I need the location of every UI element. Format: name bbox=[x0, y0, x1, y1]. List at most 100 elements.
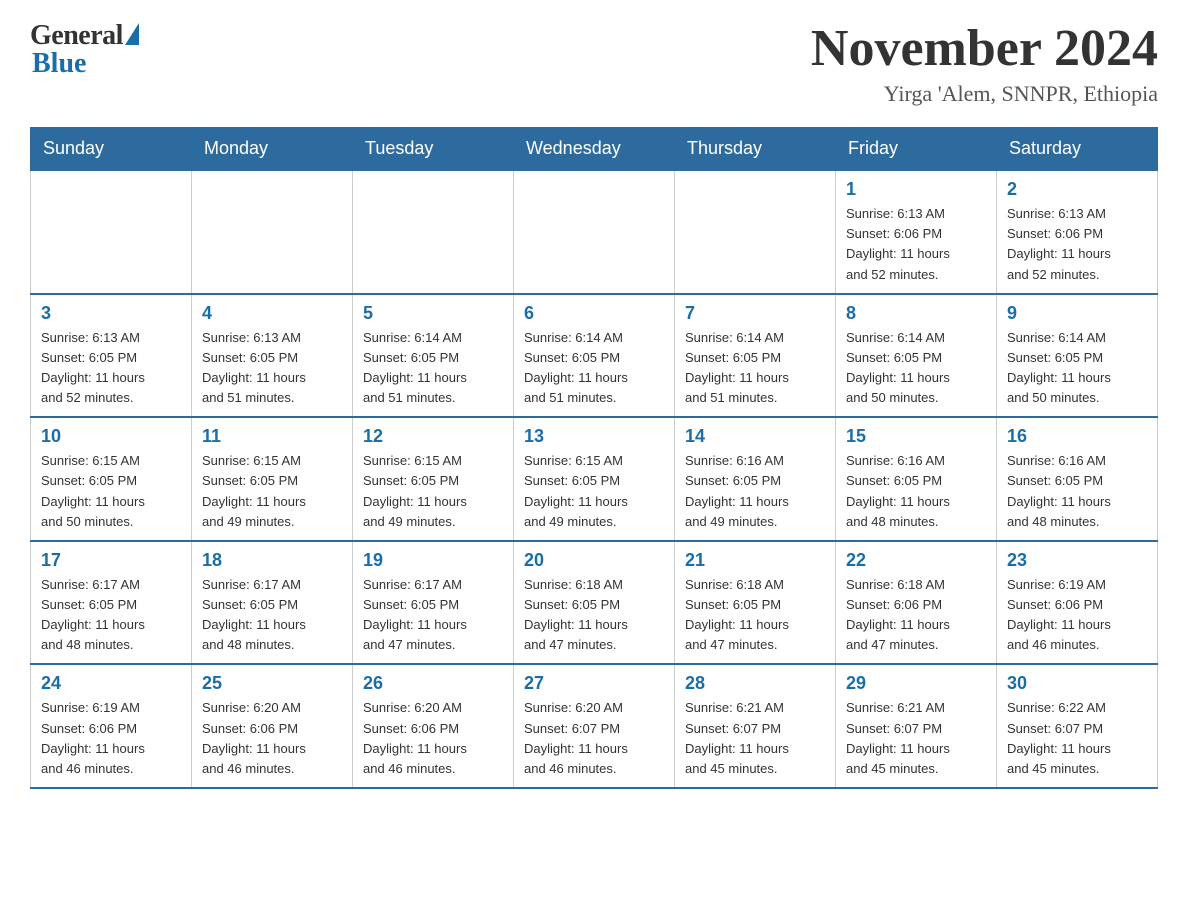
calendar-cell: 2 Sunrise: 6:13 AMSunset: 6:06 PMDaylight… bbox=[997, 170, 1158, 294]
day-info: Sunrise: 6:20 AMSunset: 6:06 PMDaylight:… bbox=[363, 698, 503, 779]
day-info: Sunrise: 6:17 AMSunset: 6:05 PMDaylight:… bbox=[202, 575, 342, 656]
day-number: 14 bbox=[685, 426, 825, 447]
day-info: Sunrise: 6:14 AMSunset: 6:05 PMDaylight:… bbox=[846, 328, 986, 409]
calendar-week-row: 3Sunrise: 6:13 AMSunset: 6:05 PMDaylight… bbox=[31, 294, 1158, 418]
calendar-cell: 22Sunrise: 6:18 AMSunset: 6:06 PMDayligh… bbox=[836, 541, 997, 665]
day-info: Sunrise: 6:13 AMSunset: 6:05 PMDaylight:… bbox=[41, 328, 181, 409]
calendar-day-header: Thursday bbox=[675, 128, 836, 171]
day-info: Sunrise: 6:22 AMSunset: 6:07 PMDaylight:… bbox=[1007, 698, 1147, 779]
day-info: Sunrise: 6:16 AMSunset: 6:05 PMDaylight:… bbox=[685, 451, 825, 532]
day-number: 24 bbox=[41, 673, 181, 694]
calendar-cell: 12 Sunrise: 6:15 AMSunset: 6:05 PMDayligh… bbox=[353, 417, 514, 541]
day-number: 12 bbox=[363, 426, 503, 447]
day-number: 9 bbox=[1007, 303, 1147, 324]
calendar-cell: 3Sunrise: 6:13 AMSunset: 6:05 PMDaylight… bbox=[31, 294, 192, 418]
calendar-cell: 20 Sunrise: 6:18 AMSunset: 6:05 PMDayligh… bbox=[514, 541, 675, 665]
calendar-cell: 7 Sunrise: 6:14 AMSunset: 6:05 PMDaylight… bbox=[675, 294, 836, 418]
day-info: Sunrise: 6:13 AMSunset: 6:06 PMDaylight:… bbox=[846, 204, 986, 285]
day-number: 15 bbox=[846, 426, 986, 447]
calendar-cell bbox=[192, 170, 353, 294]
calendar-cell: 15Sunrise: 6:16 AMSunset: 6:05 PMDayligh… bbox=[836, 417, 997, 541]
day-info: Sunrise: 6:15 AMSunset: 6:05 PMDaylight:… bbox=[524, 451, 664, 532]
day-info: Sunrise: 6:15 AMSunset: 6:05 PMDaylight:… bbox=[363, 451, 503, 532]
day-number: 10 bbox=[41, 426, 181, 447]
calendar-week-row: 1 Sunrise: 6:13 AMSunset: 6:06 PMDaylight… bbox=[31, 170, 1158, 294]
calendar-cell: 26 Sunrise: 6:20 AMSunset: 6:06 PMDayligh… bbox=[353, 664, 514, 788]
day-info: Sunrise: 6:21 AMSunset: 6:07 PMDaylight:… bbox=[685, 698, 825, 779]
day-info: Sunrise: 6:15 AMSunset: 6:05 PMDaylight:… bbox=[202, 451, 342, 532]
calendar-week-row: 17 Sunrise: 6:17 AMSunset: 6:05 PMDayligh… bbox=[31, 541, 1158, 665]
day-number: 4 bbox=[202, 303, 342, 324]
day-info: Sunrise: 6:14 AMSunset: 6:05 PMDaylight:… bbox=[363, 328, 503, 409]
calendar-header-row: SundayMondayTuesdayWednesdayThursdayFrid… bbox=[31, 128, 1158, 171]
calendar-cell: 11 Sunrise: 6:15 AMSunset: 6:05 PMDayligh… bbox=[192, 417, 353, 541]
calendar-cell: 1 Sunrise: 6:13 AMSunset: 6:06 PMDaylight… bbox=[836, 170, 997, 294]
calendar-cell: 14 Sunrise: 6:16 AMSunset: 6:05 PMDayligh… bbox=[675, 417, 836, 541]
calendar-day-header: Tuesday bbox=[353, 128, 514, 171]
calendar-cell bbox=[514, 170, 675, 294]
page-header: General Blue November 2024 Yirga 'Alem, … bbox=[30, 20, 1158, 107]
calendar-day-header: Friday bbox=[836, 128, 997, 171]
logo-blue-text: Blue bbox=[30, 48, 86, 80]
day-info: Sunrise: 6:18 AMSunset: 6:05 PMDaylight:… bbox=[524, 575, 664, 656]
calendar-day-header: Wednesday bbox=[514, 128, 675, 171]
day-number: 30 bbox=[1007, 673, 1147, 694]
location-text: Yirga 'Alem, SNNPR, Ethiopia bbox=[811, 81, 1158, 107]
day-info: Sunrise: 6:14 AMSunset: 6:05 PMDaylight:… bbox=[524, 328, 664, 409]
day-info: Sunrise: 6:17 AMSunset: 6:05 PMDaylight:… bbox=[363, 575, 503, 656]
day-info: Sunrise: 6:14 AMSunset: 6:05 PMDaylight:… bbox=[1007, 328, 1147, 409]
day-number: 25 bbox=[202, 673, 342, 694]
day-number: 11 bbox=[202, 426, 342, 447]
day-number: 16 bbox=[1007, 426, 1147, 447]
calendar-cell: 28Sunrise: 6:21 AMSunset: 6:07 PMDayligh… bbox=[675, 664, 836, 788]
logo-triangle-icon bbox=[125, 23, 139, 45]
calendar-cell: 24 Sunrise: 6:19 AMSunset: 6:06 PMDayligh… bbox=[31, 664, 192, 788]
day-info: Sunrise: 6:15 AMSunset: 6:05 PMDaylight:… bbox=[41, 451, 181, 532]
day-number: 17 bbox=[41, 550, 181, 571]
calendar-cell: 6 Sunrise: 6:14 AMSunset: 6:05 PMDaylight… bbox=[514, 294, 675, 418]
day-info: Sunrise: 6:19 AMSunset: 6:06 PMDaylight:… bbox=[41, 698, 181, 779]
calendar-cell: 29 Sunrise: 6:21 AMSunset: 6:07 PMDayligh… bbox=[836, 664, 997, 788]
day-number: 21 bbox=[685, 550, 825, 571]
calendar-cell: 27Sunrise: 6:20 AMSunset: 6:07 PMDayligh… bbox=[514, 664, 675, 788]
calendar-cell: 18Sunrise: 6:17 AMSunset: 6:05 PMDayligh… bbox=[192, 541, 353, 665]
calendar-cell bbox=[353, 170, 514, 294]
day-info: Sunrise: 6:21 AMSunset: 6:07 PMDaylight:… bbox=[846, 698, 986, 779]
calendar-day-header: Saturday bbox=[997, 128, 1158, 171]
day-number: 7 bbox=[685, 303, 825, 324]
calendar-cell: 13 Sunrise: 6:15 AMSunset: 6:05 PMDayligh… bbox=[514, 417, 675, 541]
calendar-day-header: Monday bbox=[192, 128, 353, 171]
calendar-cell: 5 Sunrise: 6:14 AMSunset: 6:05 PMDaylight… bbox=[353, 294, 514, 418]
day-info: Sunrise: 6:13 AMSunset: 6:05 PMDaylight:… bbox=[202, 328, 342, 409]
title-section: November 2024 Yirga 'Alem, SNNPR, Ethiop… bbox=[811, 20, 1158, 107]
day-info: Sunrise: 6:19 AMSunset: 6:06 PMDaylight:… bbox=[1007, 575, 1147, 656]
day-number: 13 bbox=[524, 426, 664, 447]
calendar-cell: 9 Sunrise: 6:14 AMSunset: 6:05 PMDaylight… bbox=[997, 294, 1158, 418]
day-number: 26 bbox=[363, 673, 503, 694]
calendar-cell: 8 Sunrise: 6:14 AMSunset: 6:05 PMDaylight… bbox=[836, 294, 997, 418]
calendar-cell: 10 Sunrise: 6:15 AMSunset: 6:05 PMDayligh… bbox=[31, 417, 192, 541]
day-number: 20 bbox=[524, 550, 664, 571]
day-number: 6 bbox=[524, 303, 664, 324]
day-number: 29 bbox=[846, 673, 986, 694]
calendar-table: SundayMondayTuesdayWednesdayThursdayFrid… bbox=[30, 127, 1158, 789]
day-info: Sunrise: 6:18 AMSunset: 6:06 PMDaylight:… bbox=[846, 575, 986, 656]
day-info: Sunrise: 6:20 AMSunset: 6:06 PMDaylight:… bbox=[202, 698, 342, 779]
day-info: Sunrise: 6:17 AMSunset: 6:05 PMDaylight:… bbox=[41, 575, 181, 656]
day-info: Sunrise: 6:14 AMSunset: 6:05 PMDaylight:… bbox=[685, 328, 825, 409]
day-info: Sunrise: 6:13 AMSunset: 6:06 PMDaylight:… bbox=[1007, 204, 1147, 285]
calendar-cell bbox=[31, 170, 192, 294]
calendar-cell bbox=[675, 170, 836, 294]
month-title: November 2024 bbox=[811, 20, 1158, 77]
calendar-cell: 4 Sunrise: 6:13 AMSunset: 6:05 PMDaylight… bbox=[192, 294, 353, 418]
day-number: 2 bbox=[1007, 179, 1147, 200]
calendar-week-row: 10 Sunrise: 6:15 AMSunset: 6:05 PMDayligh… bbox=[31, 417, 1158, 541]
day-number: 1 bbox=[846, 179, 986, 200]
calendar-cell: 19Sunrise: 6:17 AMSunset: 6:05 PMDayligh… bbox=[353, 541, 514, 665]
day-info: Sunrise: 6:20 AMSunset: 6:07 PMDaylight:… bbox=[524, 698, 664, 779]
calendar-cell: 16Sunrise: 6:16 AMSunset: 6:05 PMDayligh… bbox=[997, 417, 1158, 541]
day-number: 8 bbox=[846, 303, 986, 324]
calendar-day-header: Sunday bbox=[31, 128, 192, 171]
day-number: 5 bbox=[363, 303, 503, 324]
day-info: Sunrise: 6:18 AMSunset: 6:05 PMDaylight:… bbox=[685, 575, 825, 656]
